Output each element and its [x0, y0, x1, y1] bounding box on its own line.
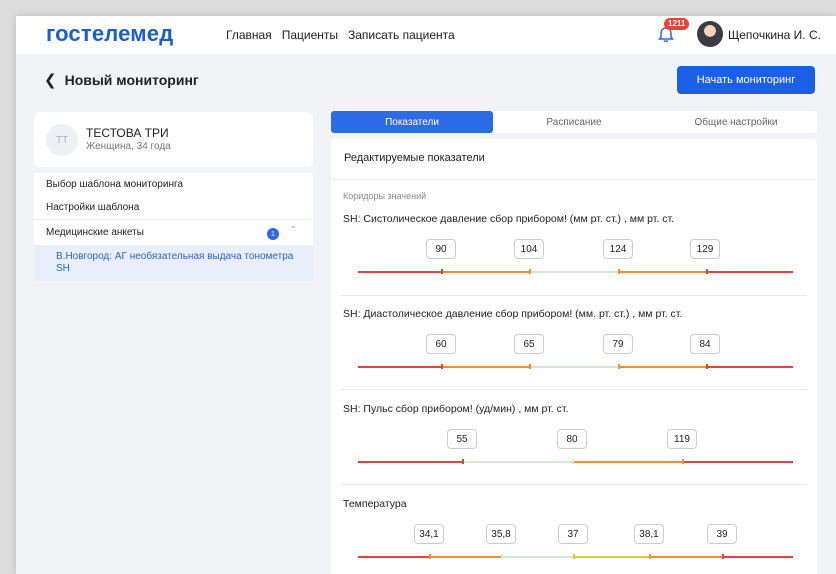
range-bar-critical-low: [358, 271, 442, 273]
page-title-row: ❮ Новый мониторинг: [44, 71, 199, 89]
patient-card: ТТ ТЕСТОВА ТРИ Женщина, 34 года: [34, 112, 313, 167]
range-bar-normal: [530, 366, 619, 368]
range-marker: [441, 364, 443, 369]
range-marker: [501, 554, 503, 559]
monitoring-menu: Выбор шаблона мониторинга Настройки шабл…: [34, 173, 313, 281]
questionnaire-count-badge: 1: [267, 228, 279, 240]
divider: [341, 295, 807, 296]
indicators-panel: Редактируемые показатели Коридоры значен…: [331, 139, 817, 574]
threshold-input[interactable]: 90: [426, 239, 456, 259]
threshold-input[interactable]: 55: [447, 429, 477, 449]
range-bar-warning-low: [442, 271, 530, 273]
range-marker: [682, 459, 684, 464]
corridors-label: Коридоры значений: [343, 191, 427, 201]
threshold-input[interactable]: 34,1: [414, 524, 444, 544]
range-marker: [529, 364, 531, 369]
range-bar-warning-low: [442, 366, 530, 368]
threshold-input[interactable]: 38,1: [634, 524, 664, 544]
threshold-input[interactable]: 84: [690, 334, 720, 354]
range-bar-warning-high: [619, 271, 707, 273]
range-bar-critical-low: [358, 366, 442, 368]
patient-name: ТЕСТОВА ТРИ: [86, 126, 169, 140]
range-bar-warning-high: [573, 461, 683, 463]
range-marker: [529, 269, 531, 274]
divider: [331, 179, 817, 180]
range-bar-critical-high: [707, 366, 793, 368]
threshold-input[interactable]: 119: [667, 429, 697, 449]
range-marker: [572, 459, 574, 464]
back-chevron-icon[interactable]: ❮: [44, 71, 57, 89]
tab-bar: Показатели Расписание Общие настройки: [331, 111, 817, 133]
start-monitoring-button[interactable]: Начать мониторинг: [677, 66, 815, 94]
top-header: гостелемед Главная Пациенты Записать пац…: [16, 16, 836, 54]
panel-title: Редактируемые показатели: [344, 152, 485, 164]
threshold-input[interactable]: 35,8: [486, 524, 516, 544]
nav-book-patient[interactable]: Записать пациента: [348, 28, 455, 42]
notification-badge: 1211: [664, 18, 690, 30]
threshold-input[interactable]: 65: [514, 334, 544, 354]
nav-patients[interactable]: Пациенты: [282, 28, 338, 42]
range-marker: [441, 269, 443, 274]
user-avatar[interactable]: [697, 21, 723, 47]
indicator-title: Температура: [343, 498, 407, 510]
menu-item-questionnaires[interactable]: Медицинские анкеты 1 ⌃: [34, 219, 313, 245]
range-bar-normal: [502, 556, 574, 558]
range-marker: [462, 459, 464, 464]
range-marker: [722, 554, 724, 559]
range-marker: [706, 364, 708, 369]
logo[interactable]: гостелемед: [46, 21, 173, 47]
indicator-title: SH: Диастолическое давление сбор приборо…: [343, 308, 683, 320]
patient-details: Женщина, 34 года: [86, 141, 171, 152]
range-marker: [573, 554, 575, 559]
patient-avatar: ТТ: [46, 124, 78, 156]
range-bar-critical-high: [723, 556, 793, 558]
user-name[interactable]: Щепочкина И. С.: [728, 28, 821, 42]
menu-item-template-select[interactable]: Выбор шаблона мониторинга: [34, 173, 313, 196]
divider: [341, 389, 807, 390]
tab-general-settings[interactable]: Общие настройки: [655, 111, 817, 133]
tab-indicators[interactable]: Показатели: [331, 111, 493, 133]
threshold-input[interactable]: 80: [557, 429, 587, 449]
chevron-up-icon[interactable]: ⌃: [289, 225, 297, 236]
range-bar-warning-high: [619, 366, 707, 368]
threshold-input[interactable]: 79: [603, 334, 633, 354]
menu-item-template-settings[interactable]: Настройки шаблона: [34, 196, 313, 219]
threshold-input[interactable]: 37: [558, 524, 588, 544]
range-bar-warning-low: [430, 556, 502, 558]
range-bar-normal: [530, 271, 619, 273]
nav-home[interactable]: Главная: [226, 28, 272, 42]
threshold-input[interactable]: 39: [707, 524, 737, 544]
range-bar-critical-high: [707, 271, 793, 273]
range-bar-caution-high: [574, 556, 650, 558]
main-nav: Главная Пациенты Записать пациента: [226, 28, 455, 42]
page-title: Новый мониторинг: [64, 72, 199, 88]
range-marker: [618, 364, 620, 369]
menu-item-questionnaires-label: Медицинские анкеты: [46, 227, 144, 238]
range-bar-normal: [463, 461, 573, 463]
indicator-title: SH: Систолическое давление сбор прибором…: [343, 213, 675, 225]
range-bar-critical-low: [358, 461, 463, 463]
range-marker: [429, 554, 431, 559]
threshold-input[interactable]: 104: [514, 239, 544, 259]
range-bar-critical-high: [683, 461, 793, 463]
divider: [341, 484, 807, 485]
range-bar-critical-low: [358, 556, 430, 558]
threshold-input[interactable]: 60: [426, 334, 456, 354]
app-window: гостелемед Главная Пациенты Записать пац…: [16, 16, 836, 574]
threshold-input[interactable]: 124: [603, 239, 633, 259]
range-marker: [649, 554, 651, 559]
threshold-input[interactable]: 129: [690, 239, 720, 259]
menu-subitem-selected[interactable]: В.Новгород: АГ необязательная выдача тон…: [34, 245, 313, 281]
range-marker: [706, 269, 708, 274]
range-bar-warning-high: [650, 556, 723, 558]
range-marker: [618, 269, 620, 274]
tab-schedule[interactable]: Расписание: [493, 111, 655, 133]
indicator-title: SH: Пульс сбор прибором! (уд/мин) , мм р…: [343, 403, 569, 415]
